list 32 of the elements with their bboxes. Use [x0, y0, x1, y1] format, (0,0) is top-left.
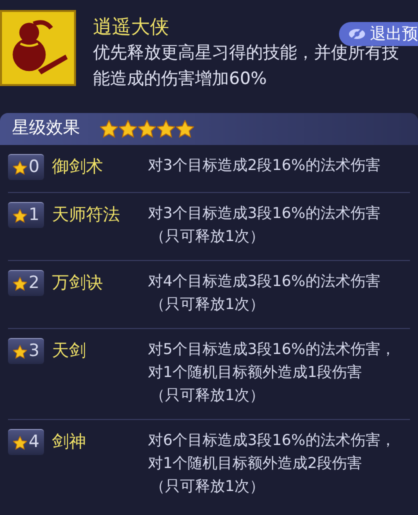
effect-text: 对3个目标造成3段16%的法术伤害	[148, 203, 380, 224]
skill-name: 天师符法	[52, 204, 120, 227]
effect-text: 对6个目标造成3段16%的法术伤害，	[148, 430, 396, 451]
level-badge: 2	[8, 270, 44, 296]
star-icon	[157, 120, 175, 138]
skill-name: 剑神	[52, 431, 86, 454]
level-badge: 1	[8, 202, 44, 228]
hidden-eye-icon	[347, 27, 367, 41]
exit-preview-button[interactable]: 退出预	[339, 22, 418, 46]
skill-name: 御剑术	[52, 156, 103, 179]
description-line: 能造成的伤害增加60%	[93, 68, 268, 91]
section-title: 星级效果	[12, 117, 80, 140]
effect-text: 对1个随机目标额外造成1段伤害	[148, 362, 364, 383]
gourd-icon	[0, 10, 76, 86]
effect-text: 对1个随机目标额外造成2段伤害	[148, 453, 364, 474]
hero-title: 逍遥大侠	[93, 15, 169, 40]
star-icon	[176, 120, 194, 138]
effect-text: （只可释放1次）	[149, 476, 266, 497]
effect-text: 对5个目标造成3段16%的法术伤害，	[148, 339, 396, 360]
star-icon	[119, 120, 137, 138]
level-badge: 3	[8, 338, 44, 364]
effect-text: 对4个目标造成3段16%的法术伤害	[148, 271, 380, 292]
level-badge: 4	[8, 429, 44, 455]
effect-text: （只可释放1次）	[149, 226, 266, 247]
skill-name: 天剑	[52, 340, 86, 363]
effect-text: （只可释放1次）	[149, 294, 266, 315]
star-icon	[100, 120, 118, 138]
level-badge: 0	[8, 154, 44, 180]
star-icon	[138, 120, 156, 138]
skill-name: 万剑诀	[52, 272, 103, 295]
effect-text: （只可释放1次）	[149, 385, 266, 406]
effect-text: 对3个目标造成2段16%的法术伤害	[148, 155, 380, 176]
